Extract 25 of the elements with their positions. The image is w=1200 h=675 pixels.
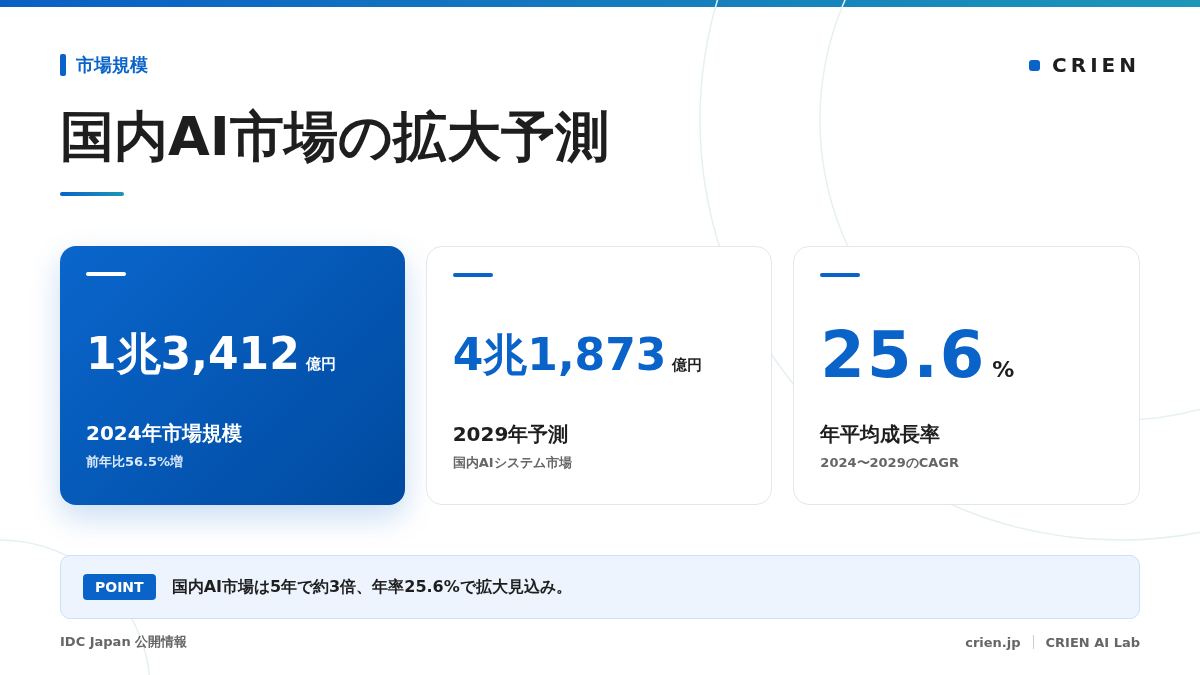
source-note: IDC Japan 公開情報 [60, 633, 188, 651]
stat-value: 4兆1,873 [452, 328, 667, 382]
stat-note: 前年比56.5%増 [86, 453, 185, 471]
stat-unit: % [992, 357, 1015, 382]
stat-label: 年平均成長率 [820, 421, 942, 448]
stat-unit: 億円 [672, 356, 703, 375]
stat-label: 2024年市場規模 [86, 420, 243, 447]
section-marker [60, 54, 66, 76]
footer-link[interactable]: CRIEN AI Lab [1045, 634, 1140, 650]
card-accent-line [452, 273, 493, 277]
brand-logo: CRIEN [1052, 53, 1140, 77]
stat-note: 国内AIシステム市場 [452, 454, 573, 472]
card-accent-line [86, 272, 126, 276]
stat-unit: 億円 [305, 355, 336, 374]
page-title: 国内AI市場の拡大予測 [60, 104, 610, 170]
stat-value: 25.6 [820, 327, 987, 383]
section-label: 市場規模 [76, 53, 148, 77]
card-accent-line [820, 273, 861, 277]
point-badge: POINT [83, 574, 156, 600]
stat-value: 1兆3,412 [86, 327, 300, 381]
title-underline [60, 192, 124, 196]
footer-link[interactable]: crien.jp [965, 634, 1021, 650]
point-text: 国内AI市場は5年で約3倍、年率25.6%で拡大見込み。 [171, 576, 572, 598]
stat-note: 2024〜2029のCAGR [820, 454, 960, 472]
stat-label: 2029年予測 [452, 421, 570, 448]
